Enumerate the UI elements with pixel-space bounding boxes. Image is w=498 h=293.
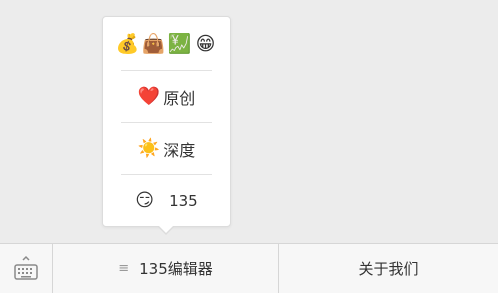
grin-face-icon: 😁 — [195, 33, 216, 55]
menu-item-original[interactable]: ❤️ 原创 — [103, 72, 230, 122]
menu-divider — [121, 122, 212, 123]
menu-tab-label: 关于我们 — [358, 260, 419, 278]
sun-icon: ☀️ — [137, 138, 161, 159]
popup-pointer — [157, 225, 175, 235]
bottom-menu-bar: ≡ 135编辑器 关于我们 — [0, 243, 498, 293]
menu-item-depth[interactable]: ☀️ 深度 — [103, 124, 230, 174]
smirk-face-icon: 😏 — [135, 190, 155, 211]
menu-item-label: 原创 — [163, 89, 196, 108]
chart-yen-icon: 💹 — [167, 33, 192, 55]
menu-item-135[interactable]: 😏 135 — [103, 176, 230, 226]
menu-icon: ≡ — [118, 261, 130, 276]
heart-icon: ❤️ — [137, 86, 161, 107]
submenu-popup: 💰 👜 💹 😁 ❤️ 原创 ☀️ 深度 😏 135 — [102, 16, 231, 227]
menu-tab-about-us[interactable]: 关于我们 — [279, 244, 498, 293]
menu-item-label: 深度 — [163, 141, 196, 160]
menu-tab-label: 135编辑器 — [139, 260, 213, 278]
menu-item-label: 135 — [169, 192, 198, 210]
keyboard-toggle-button[interactable] — [0, 244, 53, 293]
menu-item-emoji-row[interactable]: 💰 👜 💹 😁 — [103, 19, 230, 69]
menu-divider — [121, 174, 212, 175]
money-bag-icon: 💰 — [115, 33, 140, 55]
keyboard-icon — [14, 255, 38, 280]
handbag-icon: 👜 — [141, 33, 166, 55]
menu-divider — [121, 70, 212, 71]
menu-tab-135editor[interactable]: ≡ 135编辑器 — [53, 244, 279, 293]
